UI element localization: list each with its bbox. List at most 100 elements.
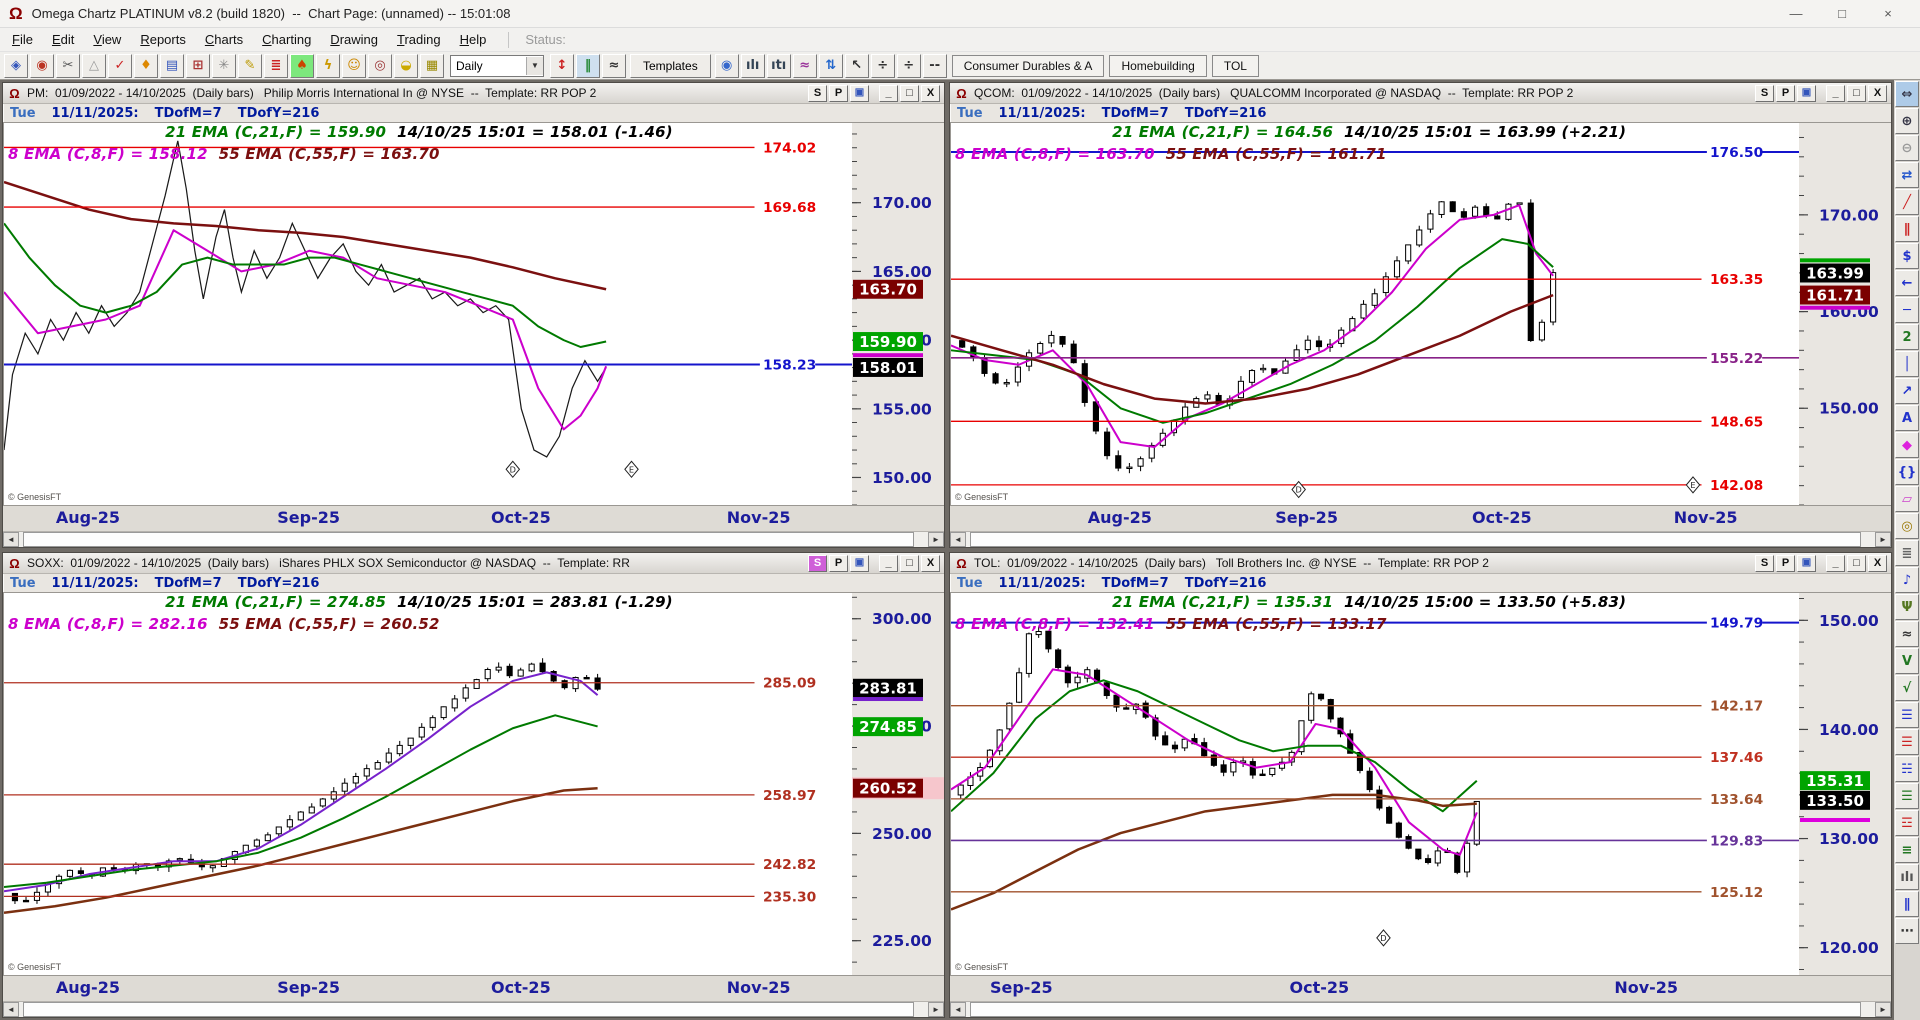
price-label-icon[interactable]: $ — [1895, 243, 1919, 269]
vertical-line-icon[interactable]: │ — [1895, 351, 1919, 377]
scroll-right-button[interactable]: ► — [928, 532, 944, 547]
popout-button[interactable]: ▣ — [1797, 84, 1816, 102]
scroll-left-button[interactable]: ◄ — [950, 532, 966, 547]
chart-page-icon[interactable]: ◈ — [4, 53, 28, 78]
scroll-track[interactable] — [966, 1002, 1875, 1017]
compass-icon[interactable]: ◎ — [368, 53, 392, 78]
scroll-left-button[interactable]: ◄ — [3, 1002, 19, 1017]
chevron-down-icon[interactable]: ▼ — [526, 56, 543, 75]
link-structure-icon[interactable]: ⊞ — [186, 53, 210, 78]
templates-button[interactable]: Templates — [630, 53, 711, 78]
scale-button[interactable]: S — [1755, 554, 1774, 572]
price-chart[interactable]: 149.79 142.17 137.46 133.64 129.83 125.12 D — [951, 593, 1799, 975]
menu-view[interactable]: View — [93, 32, 121, 47]
gears-icon[interactable]: ✳ — [212, 53, 236, 78]
scroll-thumb[interactable] — [23, 532, 914, 547]
candlestick-icon[interactable]: ‖ — [576, 53, 600, 78]
chart-scrollbar[interactable]: ◄ ► — [3, 531, 944, 547]
extend-left-icon[interactable]: ← — [1895, 270, 1919, 296]
crosshair-a-icon[interactable]: ÷ — [870, 53, 895, 78]
chart-scrollbar[interactable]: ◄ ► — [3, 1001, 944, 1017]
zoom-out-icon[interactable]: ⊖ — [1895, 135, 1919, 161]
pan-tool-icon[interactable]: ⇔ — [1895, 81, 1919, 107]
panel-titlebar[interactable]: Ω QCOM: 01/09/2022 - 14/10/2025 (Daily ba… — [950, 83, 1891, 104]
price-axis-column[interactable]: 150.00 160.00 170.00 163.99 161.71 — [1799, 122, 1891, 506]
panel-maximize-button[interactable]: □ — [1847, 554, 1866, 572]
v2-study-icon[interactable]: √ — [1895, 675, 1919, 701]
price-axis[interactable]: 120.00 130.00 140.00 150.00 135.31 133.50 — [1799, 593, 1891, 975]
updown-bars-icon[interactable]: ↕ — [550, 53, 574, 78]
smiley-icon[interactable]: ☺ — [342, 53, 366, 78]
popout-button[interactable]: ▣ — [850, 554, 869, 572]
price-chart[interactable]: 174.02 169.68 158.23 D E — [4, 123, 852, 505]
scissors-icon[interactable]: ✂ — [56, 53, 80, 78]
panel-minimize-button[interactable]: _ — [879, 554, 898, 572]
chart-scrollbar[interactable]: ◄ ► — [950, 531, 1891, 547]
zigzag-icon[interactable]: ≈ — [1895, 621, 1919, 647]
histogram-b-icon[interactable]: ıtı — [766, 53, 791, 78]
band-blue2-icon[interactable]: ☵ — [1895, 756, 1919, 782]
price-axis-column[interactable]: 225.00250.00275.00300.00283.81274.85260.… — [852, 592, 944, 976]
check-icon[interactable]: ✓ — [108, 53, 132, 78]
sort-arrows-icon[interactable]: ⇅ — [818, 53, 843, 78]
trendline-icon[interactable]: ╱ — [1895, 189, 1919, 215]
band-red2-icon[interactable]: ☲ — [1895, 810, 1919, 836]
scale-button[interactable]: S — [808, 84, 827, 102]
histogram-a-icon[interactable]: ılı — [740, 53, 765, 78]
braces-icon[interactable]: {} — [1895, 459, 1919, 485]
menu-drawing[interactable]: Drawing — [330, 32, 378, 47]
popout-button[interactable]: ▣ — [850, 84, 869, 102]
price-chart[interactable]: 285.09 258.97 242.82 235.30 — [4, 593, 852, 975]
scroll-thumb[interactable] — [970, 1002, 1861, 1017]
panel-maximize-button[interactable]: □ — [1847, 84, 1866, 102]
panel-titlebar[interactable]: Ω SOXX: 01/09/2022 - 14/10/2025 (Daily ba… — [3, 553, 944, 574]
band-blue-icon[interactable]: ☰ — [1895, 702, 1919, 728]
lightning-icon[interactable]: ϟ — [316, 53, 340, 78]
menu-file[interactable]: File — [12, 32, 33, 47]
pointer-icon[interactable]: ↖ — [844, 53, 869, 78]
panel-close-button[interactable]: X — [1868, 84, 1887, 102]
scroll-left-button[interactable]: ◄ — [950, 1002, 966, 1017]
traffic-light-icon[interactable]: ◉ — [30, 53, 54, 78]
panel-minimize-button[interactable]: _ — [879, 84, 898, 102]
scale-button[interactable]: S — [1755, 84, 1774, 102]
histo-study-icon[interactable]: ılı — [1895, 864, 1919, 890]
band-red-icon[interactable]: ☰ — [1895, 729, 1919, 755]
scale-button[interactable]: S — [808, 554, 827, 572]
window-minimize-button[interactable]: — — [1773, 6, 1819, 21]
note-icon[interactable]: ♪ — [1895, 567, 1919, 593]
arrow-tool-icon[interactable]: ↗ — [1895, 378, 1919, 404]
panel-close-button[interactable]: X — [1868, 554, 1887, 572]
quote-board-icon[interactable]: ▤ — [160, 53, 184, 78]
multi-trendline-icon[interactable]: ∥ — [1895, 216, 1919, 242]
chart-plot-area[interactable]: 174.02 169.68 158.23 D E 21 EMA (C,21,F) = 15… — [3, 122, 852, 506]
more-icon[interactable]: ⋯ — [1895, 918, 1919, 944]
menu-charting[interactable]: Charting — [262, 32, 311, 47]
panel-close-button[interactable]: X — [921, 554, 940, 572]
menu-help[interactable]: Help — [460, 32, 487, 47]
chart-plot-area[interactable]: 285.09 258.97 242.82 235.30 21 EMA (C,21,F) … — [3, 592, 852, 976]
menu-trading[interactable]: Trading — [397, 32, 441, 47]
pencil-icon[interactable]: ✎ — [238, 53, 262, 78]
scroll-track[interactable] — [966, 532, 1875, 547]
chart-plot-area[interactable]: 149.79 142.17 137.46 133.64 129.83 125.12 D 21 … — [950, 592, 1799, 976]
v-study-icon[interactable]: V — [1895, 648, 1919, 674]
ladder-icon[interactable]: ≣ — [264, 53, 288, 78]
price-axis[interactable]: 150.00160.00170.00163.99161.71 — [1799, 123, 1891, 505]
pitchfork-icon[interactable]: Ψ — [1895, 594, 1919, 620]
traffic-signal-icon[interactable]: ♠ — [290, 53, 314, 78]
price-chart[interactable]: 176.50 163.35 155.22 148.65 142.08 D E — [951, 123, 1799, 505]
print-button[interactable]: P — [829, 554, 848, 572]
bell-icon[interactable]: ◒ — [394, 53, 418, 78]
price-axis-column[interactable]: 150.00155.00160.00165.00170.00163.70159.… — [852, 122, 944, 506]
interval-dropdown[interactable]: Daily ▼ — [450, 54, 544, 77]
regression-icon[interactable]: ≣ — [1895, 540, 1919, 566]
scroll-right-button[interactable]: ► — [1875, 532, 1891, 547]
price-axis[interactable]: 225.00250.00275.00300.00283.81274.85260.… — [852, 593, 944, 975]
menu-reports[interactable]: Reports — [140, 32, 186, 47]
scroll-left-button[interactable]: ◄ — [3, 532, 19, 547]
line-chart-icon[interactable]: ≈ — [602, 53, 626, 78]
panel-maximize-button[interactable]: □ — [900, 84, 919, 102]
panel-titlebar[interactable]: Ω TOL: 01/09/2022 - 14/10/2025 (Daily bar… — [950, 553, 1891, 574]
popout-button[interactable]: ▣ — [1797, 554, 1816, 572]
